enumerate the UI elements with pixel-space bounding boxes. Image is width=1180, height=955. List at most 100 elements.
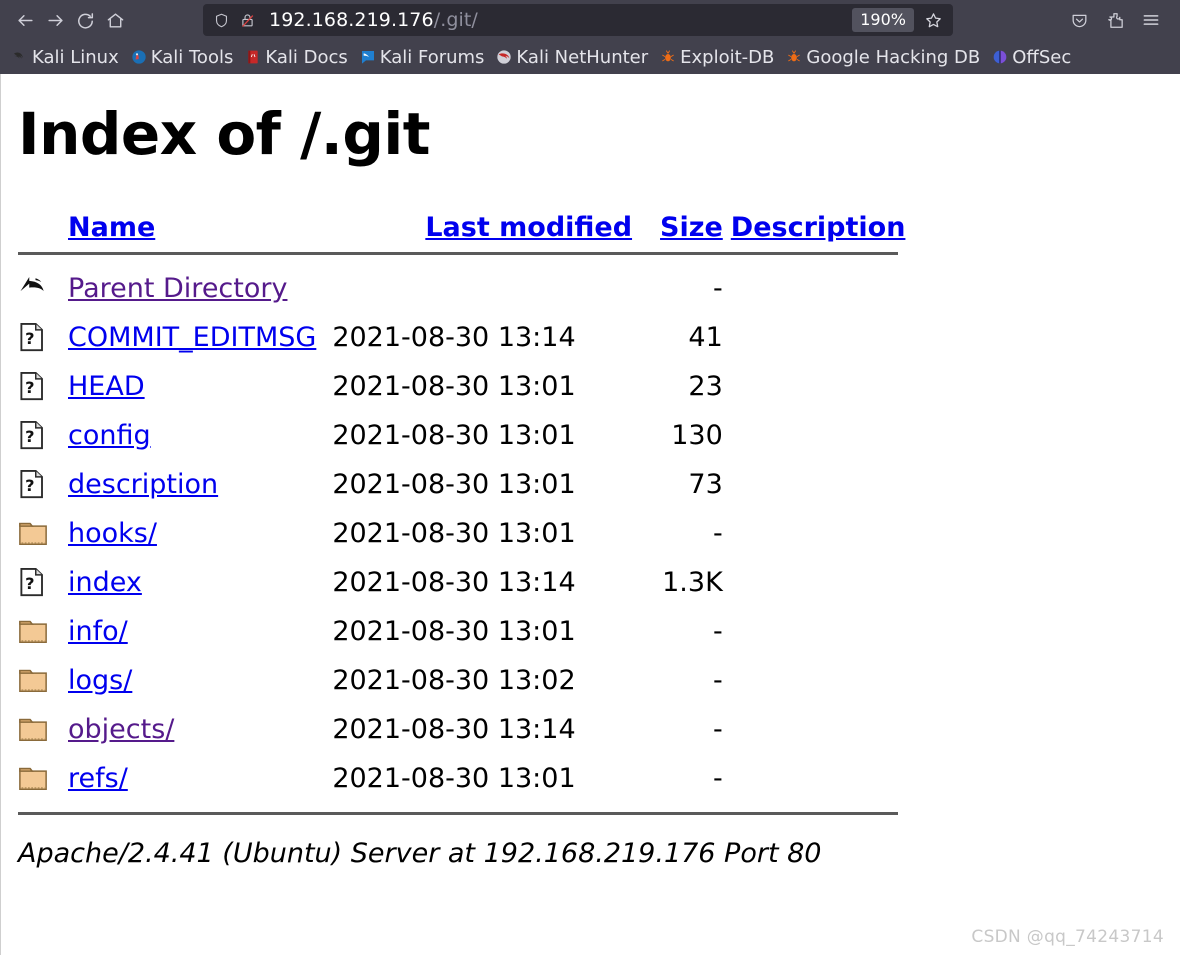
zoom-level-badge[interactable]: 190% (852, 8, 914, 32)
back-arrow-icon[interactable] (10, 5, 40, 35)
table-row[interactable]: Parent Directory - (18, 264, 905, 313)
table-cell-date: 2021-08-30 13:01 (332, 468, 576, 500)
home-icon[interactable] (100, 5, 130, 35)
bookmark-label: Kali Docs (265, 46, 348, 68)
file-link[interactable]: info/ (68, 616, 128, 647)
toolbar-right-icons (1064, 5, 1170, 35)
table-row[interactable]: info/ 2021-08-30 13:01 - (18, 607, 905, 656)
table-cell-name[interactable]: objects/ (65, 705, 320, 754)
horizontal-rule-bottom (18, 811, 898, 815)
table-cell-date: 2021-08-30 13:01 (332, 762, 576, 794)
column-header-name: Name (18, 212, 320, 243)
file-link[interactable]: hooks/ (68, 518, 157, 549)
table-cell-size: - (713, 762, 723, 794)
table-cell-description (723, 460, 906, 509)
extensions-icon[interactable] (1100, 5, 1130, 35)
file-link[interactable]: logs/ (68, 665, 132, 696)
exploitdb-icon (660, 49, 676, 65)
table-cell-description (723, 607, 906, 656)
forward-arrow-icon[interactable] (40, 5, 70, 35)
bookmark-kali-tools[interactable]: Kali Tools (125, 44, 240, 71)
address-bar[interactable]: 192.168.219.176/.git/ 190% (203, 4, 953, 36)
file-link[interactable]: index (68, 567, 142, 598)
table-row[interactable]: ? HEAD 2021-08-30 13:01 23 (18, 362, 905, 411)
offsec-icon (992, 49, 1008, 65)
unknown-file-icon: ? (18, 362, 65, 411)
page-title: Index of /.git (18, 100, 430, 168)
file-link[interactable]: description (68, 469, 218, 500)
file-link[interactable]: refs/ (68, 763, 128, 794)
hamburger-menu-icon[interactable] (1136, 5, 1166, 35)
sort-by-description-link[interactable]: Description (731, 212, 906, 243)
table-cell-name[interactable]: config (65, 411, 320, 460)
sort-by-name-link[interactable]: Name (68, 212, 155, 243)
bookmark-exploit-db[interactable]: Exploit-DB (654, 44, 780, 71)
svg-text:?: ? (25, 427, 34, 446)
table-cell-size: - (713, 615, 723, 647)
footer-divider-row (18, 803, 905, 824)
table-cell-name[interactable]: index (65, 558, 320, 607)
table-row[interactable]: ? index 2021-08-30 13:14 1.3K (18, 558, 905, 607)
table-cell-name[interactable]: refs/ (65, 754, 320, 803)
svg-text:?: ? (25, 329, 34, 348)
pocket-icon[interactable] (1064, 5, 1094, 35)
folder-icon (18, 656, 65, 705)
unknown-file-icon: ? (18, 411, 65, 460)
file-link[interactable]: COMMIT_EDITMSG (68, 322, 316, 353)
table-cell-date: 2021-08-30 13:14 (332, 713, 576, 745)
table-cell-date: 2021-08-30 13:14 (332, 321, 576, 353)
table-cell-name[interactable]: hooks/ (65, 509, 320, 558)
file-link[interactable]: HEAD (68, 371, 145, 402)
table-row[interactable]: logs/ 2021-08-30 13:02 - (18, 656, 905, 705)
directory-listing-table: Name Last modified Size Description Pare… (18, 212, 905, 824)
page-content: Index of /.git Name Last modified Size D… (0, 74, 1180, 955)
bookmark-kali-forums[interactable]: Kali Forums (354, 44, 491, 71)
file-link[interactable]: objects/ (68, 714, 174, 745)
lock-crossed-icon[interactable] (239, 12, 256, 29)
table-cell-date: 2021-08-30 13:14 (332, 566, 576, 598)
url-text[interactable]: 192.168.219.176/.git/ (269, 9, 852, 31)
table-row[interactable]: ? description 2021-08-30 13:01 73 (18, 460, 905, 509)
bookmark-kali-docs[interactable]: Kali Docs (239, 44, 353, 71)
table-cell-name[interactable]: description (65, 460, 320, 509)
bookmark-google-hacking-db[interactable]: Google Hacking DB (780, 44, 986, 71)
file-link[interactable]: config (68, 420, 151, 451)
table-row[interactable]: refs/ 2021-08-30 13:01 - (18, 754, 905, 803)
table-row[interactable]: hooks/ 2021-08-30 13:01 - (18, 509, 905, 558)
reload-icon[interactable] (70, 5, 100, 35)
kali-dragon-icon (12, 49, 28, 65)
bookmark-kali-linux[interactable]: Kali Linux (6, 44, 125, 71)
bookmark-offsec[interactable]: OffSec (986, 44, 1077, 71)
file-link[interactable]: Parent Directory (68, 273, 287, 304)
table-cell-date: 2021-08-30 13:01 (332, 370, 576, 402)
bookmark-label: Kali Tools (150, 46, 234, 68)
table-row[interactable]: ? COMMIT_EDITMSG 2021-08-30 13:14 41 (18, 313, 905, 362)
table-cell-date: 2021-08-30 13:01 (332, 615, 576, 647)
table-cell-size: - (713, 664, 723, 696)
bookmark-kali-nethunter[interactable]: Kali NetHunter (490, 44, 654, 71)
folder-icon (18, 509, 65, 558)
table-cell-name[interactable]: info/ (65, 607, 320, 656)
table-row[interactable]: ? config 2021-08-30 13:01 130 (18, 411, 905, 460)
table-cell-name[interactable]: Parent Directory (65, 264, 320, 313)
shield-icon[interactable] (213, 12, 230, 29)
table-cell-name[interactable]: HEAD (65, 362, 320, 411)
bookmark-label: OffSec (1012, 46, 1072, 68)
sort-by-size-link[interactable]: Size (660, 212, 723, 243)
url-host: 192.168.219.176 (269, 9, 434, 31)
table-cell-name[interactable]: COMMIT_EDITMSG (65, 313, 320, 362)
table-cell-size: - (713, 272, 723, 304)
table-row[interactable]: objects/ 2021-08-30 13:14 - (18, 705, 905, 754)
folder-icon (18, 705, 65, 754)
watermark: CSDN @qq_74243714 (971, 927, 1164, 947)
table-cell-size: 130 (671, 419, 723, 451)
unknown-file-icon: ? (18, 558, 65, 607)
parent-directory-icon (18, 264, 65, 313)
svg-text:?: ? (25, 476, 34, 495)
sort-by-date-link[interactable]: Last modified (425, 212, 632, 243)
bookmarks-toolbar: Kali Linux Kali Tools Kali Docs Kali For… (0, 40, 1180, 74)
ghdb-icon (786, 49, 802, 65)
star-icon[interactable] (919, 6, 947, 34)
table-cell-name[interactable]: logs/ (65, 656, 320, 705)
table-cell-date: 2021-08-30 13:01 (332, 517, 576, 549)
